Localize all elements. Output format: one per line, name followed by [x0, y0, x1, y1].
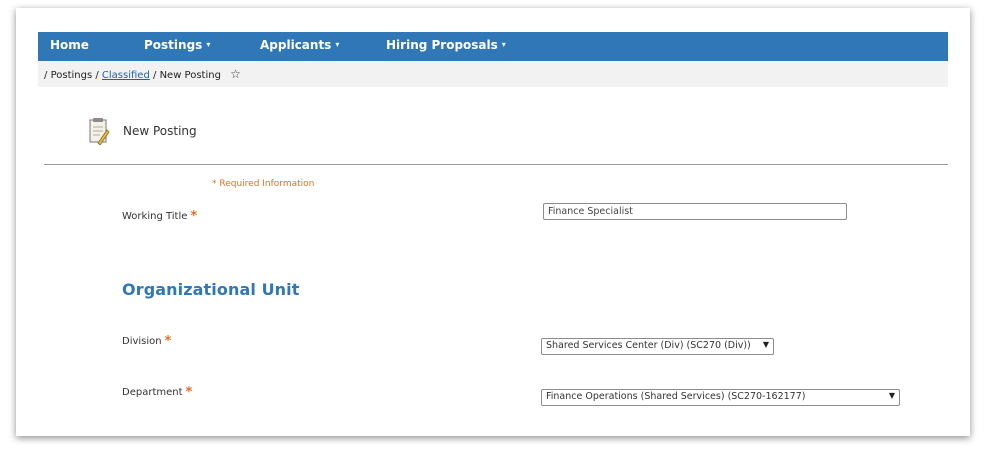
section-heading-organizational-unit: Organizational Unit [122, 280, 300, 299]
nav-postings-label: Postings [144, 38, 203, 52]
required-asterisk: * [164, 334, 172, 349]
nav-applicants[interactable]: Applicants ▾ [260, 38, 339, 52]
chevron-down-icon: ▾ [501, 40, 506, 49]
breadcrumb-separator: / [44, 70, 48, 81]
nav-applicants-label: Applicants [260, 38, 332, 52]
division-select-value: Shared Services Center (Div) (SC270 (Div… [546, 340, 751, 351]
breadcrumb-separator: / [153, 70, 157, 81]
chevron-down-icon: ▼ [762, 340, 769, 349]
required-info-note: * Required Information [212, 179, 315, 189]
breadcrumb-current: New Posting [159, 70, 221, 81]
working-title-label: Working Title * [122, 209, 197, 224]
breadcrumb-bar: / Postings / Classified / New Posting ☆ [38, 61, 948, 87]
divider [44, 164, 948, 165]
page-title: New Posting [123, 124, 197, 138]
chevron-down-icon: ▾ [335, 40, 340, 49]
breadcrumb: / Postings / Classified / New Posting ☆ [44, 67, 241, 81]
breadcrumb-postings: Postings [50, 70, 93, 81]
department-select-value: Finance Operations (Shared Services) (SC… [546, 391, 806, 402]
division-label: Division * [122, 334, 171, 349]
nav-postings[interactable]: Postings ▾ [144, 38, 210, 52]
nav-hiring-proposals-label: Hiring Proposals [386, 38, 498, 52]
nav-hiring-proposals[interactable]: Hiring Proposals ▾ [386, 38, 506, 52]
department-select[interactable]: Finance Operations (Shared Services) (SC… [541, 389, 900, 406]
department-label: Department * [122, 385, 192, 400]
breadcrumb-separator: / [95, 70, 99, 81]
document-edit-icon [89, 118, 110, 145]
breadcrumb-classified-link[interactable]: Classified [102, 70, 150, 81]
chevron-down-icon: ▾ [206, 40, 211, 49]
nav-home[interactable]: Home [50, 38, 89, 52]
required-asterisk: * [190, 209, 198, 224]
browser-frame: Home Postings ▾ Applicants ▾ Hiring Propos… [16, 8, 970, 436]
department-label-text: Department [122, 387, 183, 398]
working-title-input[interactable] [543, 203, 847, 220]
division-select[interactable]: Shared Services Center (Div) (SC270 (Div… [541, 338, 774, 355]
working-title-label-text: Working Title [122, 211, 188, 222]
required-asterisk: * [185, 385, 193, 400]
chevron-down-icon: ▼ [888, 391, 895, 400]
division-label-text: Division [122, 336, 162, 347]
top-navbar: Home Postings ▾ Applicants ▾ Hiring Propos… [38, 32, 948, 61]
star-icon[interactable]: ☆ [230, 67, 241, 81]
